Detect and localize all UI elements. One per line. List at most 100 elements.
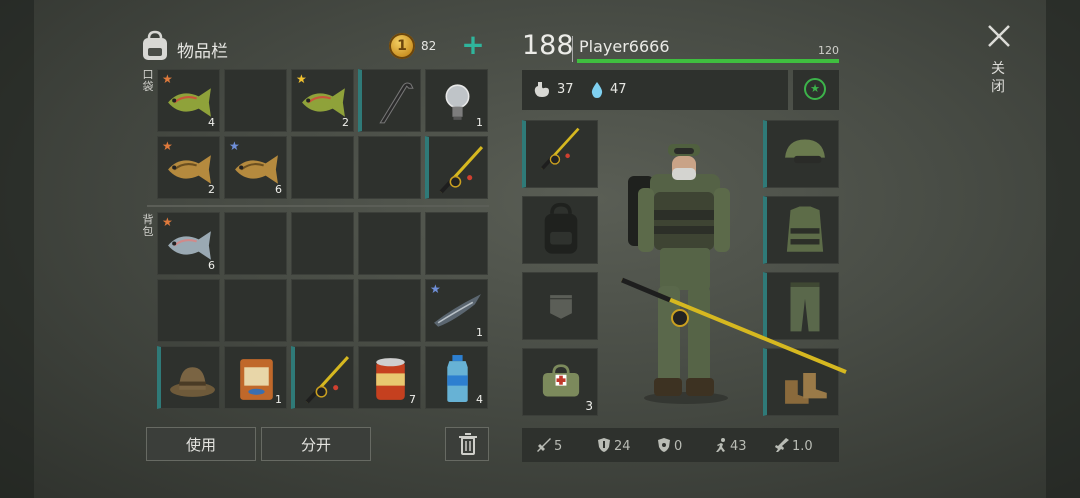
close-icon[interactable] xyxy=(985,22,1013,50)
item-count: 4 xyxy=(208,116,215,129)
item-count: 2 xyxy=(208,183,215,196)
left-equipment-slot[interactable] xyxy=(522,120,598,188)
item-count: 1 xyxy=(476,326,483,339)
backpack-slot[interactable] xyxy=(291,346,354,409)
thirst-value: 47 xyxy=(610,82,627,97)
radiation-stat: 0 xyxy=(656,437,682,454)
empty-slot[interactable] xyxy=(224,279,287,342)
player-level: 188 xyxy=(522,30,574,61)
left-equipment-slot[interactable] xyxy=(522,272,598,340)
empty-slot[interactable] xyxy=(291,136,354,199)
fishing-rod-icon xyxy=(305,356,350,404)
trash-button[interactable] xyxy=(445,427,489,461)
pocket-slot[interactable] xyxy=(358,69,421,132)
fishing-rod-icon xyxy=(540,127,580,170)
status-bar: 37 47 xyxy=(522,70,788,110)
item-count: 2 xyxy=(342,116,349,129)
rarity-star-icon: ★ xyxy=(229,139,240,153)
left-equipment-slot[interactable] xyxy=(522,196,598,264)
sword-icon xyxy=(537,438,551,452)
radiation-value: 0 xyxy=(674,439,683,454)
item-count: 4 xyxy=(476,393,483,406)
xp-max-value: 120 xyxy=(818,44,839,57)
stealth-stat: 1.0 xyxy=(774,437,813,454)
rarity-star-icon: ★ xyxy=(162,72,173,86)
first-aid-bag-icon xyxy=(542,364,580,397)
attack-stat: 5 xyxy=(536,437,562,454)
empty-slot[interactable] xyxy=(224,69,287,132)
defense-value: 24 xyxy=(614,439,631,454)
empty-slot[interactable] xyxy=(224,212,287,275)
item-count: 6 xyxy=(208,259,215,272)
backpack-slot[interactable]: ★ 6 xyxy=(157,212,220,275)
rarity-star-icon: ★ xyxy=(430,282,441,296)
pocket-slot[interactable]: ★ 2 xyxy=(291,69,354,132)
left-equipment-slot[interactable]: 3 xyxy=(522,348,598,416)
section-divider xyxy=(147,205,489,207)
sneak-icon xyxy=(775,438,789,452)
pocket-slot[interactable]: 1 xyxy=(425,69,488,132)
add-coins-button[interactable]: + xyxy=(461,31,485,59)
backpack-section-label: 背包 xyxy=(142,213,154,238)
right-edge-shade xyxy=(1046,0,1080,498)
stomach-icon xyxy=(534,82,549,97)
pocket-slot[interactable]: ★ 4 xyxy=(157,69,220,132)
level-separator xyxy=(572,36,573,62)
coin-icon: 1 xyxy=(389,33,415,59)
backpack-icon xyxy=(143,30,167,60)
hunger-value: 37 xyxy=(557,82,574,97)
pocket-slot[interactable]: ★ 2 xyxy=(157,136,220,199)
speed-stat: 43 xyxy=(712,437,747,454)
rarity-star-icon: ★ xyxy=(162,215,173,229)
empty-slot[interactable] xyxy=(358,212,421,275)
trash-icon xyxy=(459,433,477,455)
use-button[interactable]: 使用 xyxy=(146,427,256,461)
empty-slot[interactable] xyxy=(291,279,354,342)
stealth-value: 1.0 xyxy=(792,439,813,454)
perks-button[interactable]: ★ xyxy=(793,70,839,110)
attack-value: 5 xyxy=(554,439,563,454)
split-button[interactable]: 分开 xyxy=(261,427,371,461)
stats-bar: 5 24 0 43 1.0 xyxy=(522,428,839,462)
item-count: 3 xyxy=(585,399,593,413)
radiation-shield-icon xyxy=(658,438,670,452)
fishing-rod-icon xyxy=(439,146,484,194)
xp-bar-fill xyxy=(577,59,839,63)
rarity-star-icon: ★ xyxy=(162,139,173,153)
empty-slot[interactable] xyxy=(291,212,354,275)
left-edge-shade xyxy=(0,0,34,498)
crowbar-icon xyxy=(379,82,414,124)
item-count: 1 xyxy=(476,116,483,129)
star-badge-icon: ★ xyxy=(804,78,826,100)
shield-icon xyxy=(598,438,610,452)
xp-bar xyxy=(577,59,839,63)
inventory-title: 物品栏 xyxy=(177,42,228,62)
pocket-slot[interactable] xyxy=(425,136,488,199)
bucket-hat-icon xyxy=(170,367,215,397)
empty-slot[interactable] xyxy=(425,212,488,275)
close-label[interactable]: 关闭 xyxy=(990,60,1006,96)
empty-slot[interactable] xyxy=(358,279,421,342)
item-count: 1 xyxy=(275,393,282,406)
backpack-slot[interactable]: ★ 1 xyxy=(425,279,488,342)
backpack-slot[interactable] xyxy=(157,346,220,409)
backpack-slot[interactable]: 4 xyxy=(425,346,488,409)
backpack-icon xyxy=(544,202,578,254)
backpack-slot[interactable]: 1 xyxy=(224,346,287,409)
player-name: Player6666 xyxy=(579,37,670,56)
empty-slot[interactable] xyxy=(358,136,421,199)
speed-value: 43 xyxy=(730,439,747,454)
running-icon xyxy=(716,438,725,452)
pocket-slot[interactable]: ★ 6 xyxy=(224,136,287,199)
item-count: 7 xyxy=(409,393,416,406)
empty-slot[interactable] xyxy=(157,279,220,342)
defense-stat: 24 xyxy=(596,437,631,454)
player-character xyxy=(621,144,847,404)
backpack-slot[interactable]: 7 xyxy=(358,346,421,409)
pocket-placeholder-icon xyxy=(550,295,572,319)
rarity-star-icon: ★ xyxy=(296,72,307,86)
coin-count: 82 xyxy=(421,39,437,53)
item-count: 6 xyxy=(275,183,282,196)
water-drop-icon xyxy=(591,82,603,98)
pocket-section-label: 口袋 xyxy=(142,68,154,93)
